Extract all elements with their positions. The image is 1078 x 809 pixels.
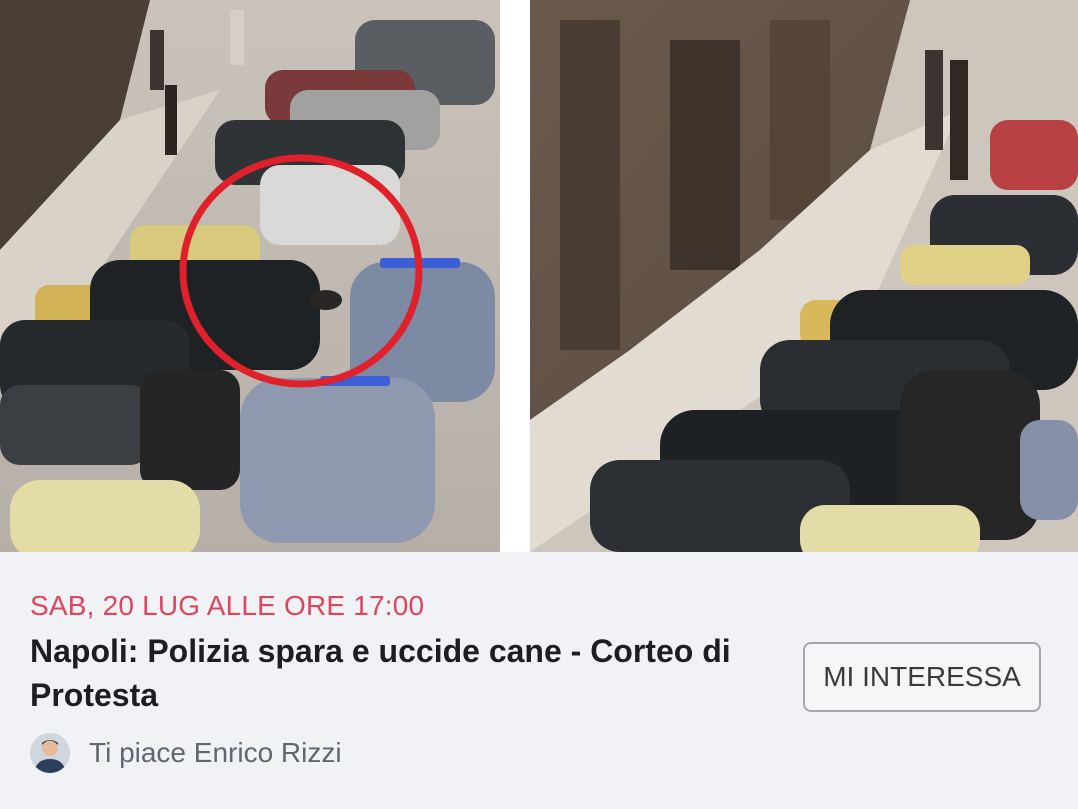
- photo-left-panel: [0, 0, 500, 552]
- person-avatar-icon[interactable]: [30, 733, 70, 773]
- event-cover-photo[interactable]: [0, 0, 1078, 552]
- interested-button[interactable]: MI INTERESSA: [803, 642, 1041, 712]
- photo-right-panel: [530, 0, 1078, 552]
- event-card: SAB, 20 LUG ALLE ORE 17:00 Napoli: Poliz…: [0, 0, 1078, 809]
- event-date-time: SAB, 20 LUG ALLE ORE 17:00: [30, 590, 425, 621]
- street-scene-right: [530, 0, 1078, 552]
- street-scene-left: [0, 0, 500, 552]
- event-info: SAB, 20 LUG ALLE ORE 17:00 Napoli: Poliz…: [0, 552, 1078, 809]
- friends-like-text[interactable]: Ti piace Enrico Rizzi: [89, 737, 342, 769]
- event-title[interactable]: Napoli: Polizia spara e uccide cane - Co…: [30, 629, 770, 717]
- social-context: Ti piace Enrico Rizzi: [30, 731, 342, 775]
